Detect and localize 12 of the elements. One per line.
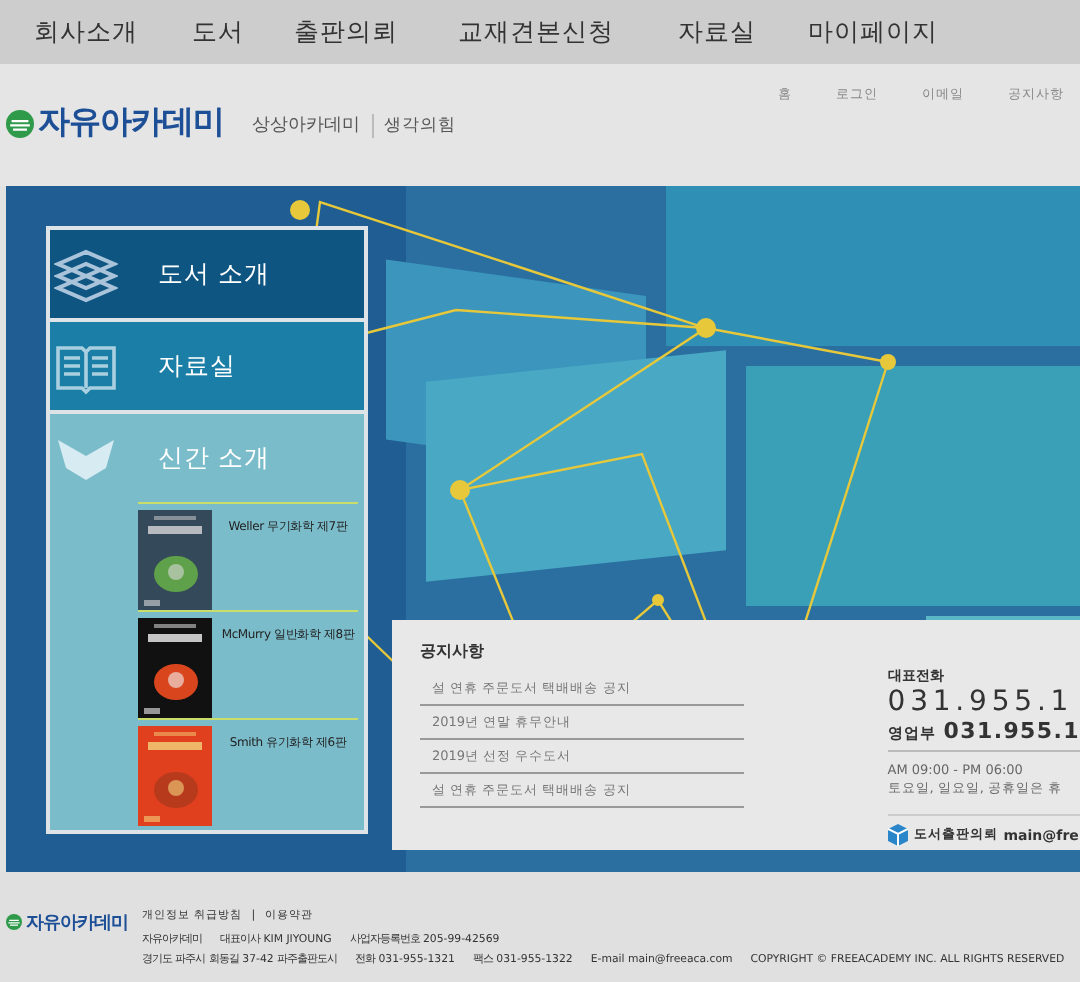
nav-link[interactable]: 도서 xyxy=(192,15,244,49)
nav-link[interactable]: 자료실 xyxy=(678,15,756,49)
logo-icon xyxy=(6,914,22,930)
nav-link[interactable]: 회사소개 xyxy=(34,15,138,49)
brand-logo[interactable]: 생각의힘 xyxy=(372,113,456,137)
nav-link[interactable]: 출판의뢰 xyxy=(294,15,398,49)
nav-link[interactable]: 마이페이지 xyxy=(808,15,938,49)
footer-logo[interactable]: 자유아카데미 xyxy=(26,909,128,935)
nav-link[interactable]: 교재견본신청 xyxy=(458,15,614,49)
logo-icon xyxy=(6,109,34,137)
site-logo[interactable]: 자유아카데미 xyxy=(38,102,224,144)
brand-logo[interactable]: 상상아카데미 xyxy=(252,112,360,138)
